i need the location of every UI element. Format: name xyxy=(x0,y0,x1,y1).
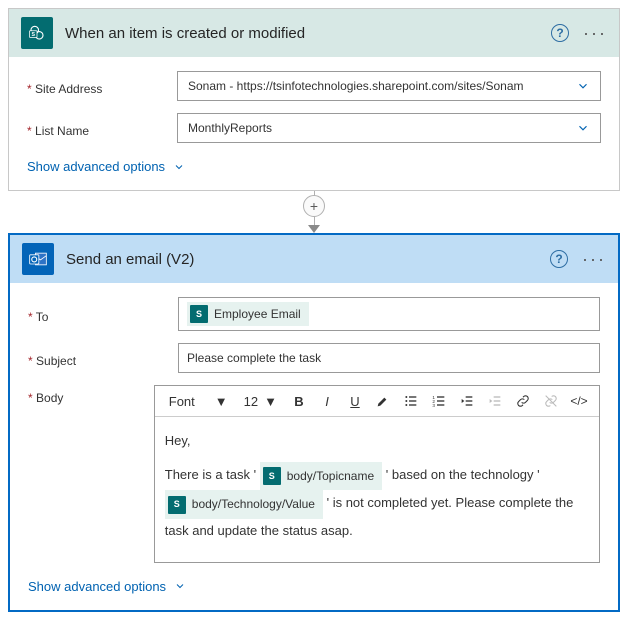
indent-button[interactable] xyxy=(483,390,507,412)
action-header[interactable]: Send an email (V2) ? ··· xyxy=(10,235,618,283)
body-input[interactable]: Hey, There is a task ' S body/Topicname … xyxy=(155,417,599,562)
svg-text:S: S xyxy=(31,32,35,38)
dynamic-token-technology-value[interactable]: S body/Technology/Value xyxy=(165,490,323,519)
font-picker[interactable]: Font▼ xyxy=(163,392,234,411)
svg-text:3: 3 xyxy=(432,403,435,408)
code-view-button[interactable]: </> xyxy=(567,390,591,412)
trigger-header[interactable]: S When an item is created or modified ? … xyxy=(9,9,619,57)
subject-input[interactable]: Please complete the task xyxy=(178,343,600,373)
font-size-picker[interactable]: 12▼ xyxy=(238,392,283,411)
list-name-dropdown[interactable]: MonthlyReports xyxy=(177,113,601,143)
show-advanced-options-link[interactable]: Show advanced options xyxy=(28,579,186,594)
flow-connector: + xyxy=(8,191,620,233)
chevron-down-icon xyxy=(173,161,185,173)
body-rte: Font▼ 12▼ B I U xyxy=(154,385,600,563)
chevron-down-icon xyxy=(174,580,186,592)
chevron-down-icon xyxy=(576,79,590,93)
sharepoint-icon: S xyxy=(190,305,208,323)
action-body: * To S Employee Email * Subject Please c… xyxy=(10,283,618,610)
subject-label: * Subject xyxy=(28,348,178,368)
unlink-button[interactable] xyxy=(539,390,563,412)
rte-toolbar: Font▼ 12▼ B I U xyxy=(155,386,599,417)
help-icon[interactable]: ? xyxy=(551,24,569,42)
italic-button[interactable]: I xyxy=(315,390,339,412)
site-address-label: * Site Address xyxy=(27,76,177,96)
body-label: * Body xyxy=(28,385,154,405)
help-icon[interactable]: ? xyxy=(550,250,568,268)
dynamic-token-topicname[interactable]: S body/Topicname xyxy=(260,462,382,491)
site-address-dropdown[interactable]: Sonam - https://tsinfotechnologies.share… xyxy=(177,71,601,101)
outdent-button[interactable] xyxy=(455,390,479,412)
list-name-label: * List Name xyxy=(27,118,177,138)
to-input[interactable]: S Employee Email xyxy=(178,297,600,331)
trigger-title: When an item is created or modified xyxy=(65,25,539,42)
sharepoint-icon: S xyxy=(21,17,53,49)
trigger-card: S When an item is created or modified ? … xyxy=(8,8,620,191)
chevron-down-icon xyxy=(576,121,590,135)
arrow-down-icon xyxy=(308,225,320,233)
link-button[interactable] xyxy=(511,390,535,412)
action-title: Send an email (V2) xyxy=(66,251,538,268)
underline-button[interactable]: U xyxy=(343,390,367,412)
trigger-body: * Site Address Sonam - https://tsinfotec… xyxy=(9,57,619,190)
more-menu-icon[interactable]: ··· xyxy=(582,250,606,268)
site-address-value: Sonam - https://tsinfotechnologies.share… xyxy=(188,79,524,93)
number-list-button[interactable]: 123 xyxy=(427,390,451,412)
dynamic-token-employee-email[interactable]: S Employee Email xyxy=(187,302,309,326)
show-advanced-options-link[interactable]: Show advanced options xyxy=(27,159,185,174)
more-menu-icon[interactable]: ··· xyxy=(583,24,607,42)
subject-value: Please complete the task xyxy=(187,351,321,365)
sharepoint-icon: S xyxy=(168,496,186,514)
outlook-icon xyxy=(22,243,54,275)
sharepoint-icon: S xyxy=(263,467,281,485)
body-greeting: Hey, xyxy=(165,429,589,454)
highlight-button[interactable] xyxy=(371,390,395,412)
to-label: * To xyxy=(28,304,178,324)
bold-button[interactable]: B xyxy=(287,390,311,412)
bullet-list-button[interactable] xyxy=(399,390,423,412)
list-name-value: MonthlyReports xyxy=(188,121,272,135)
add-step-button[interactable]: + xyxy=(303,195,325,217)
action-card: Send an email (V2) ? ··· * To S Employee… xyxy=(8,233,620,612)
